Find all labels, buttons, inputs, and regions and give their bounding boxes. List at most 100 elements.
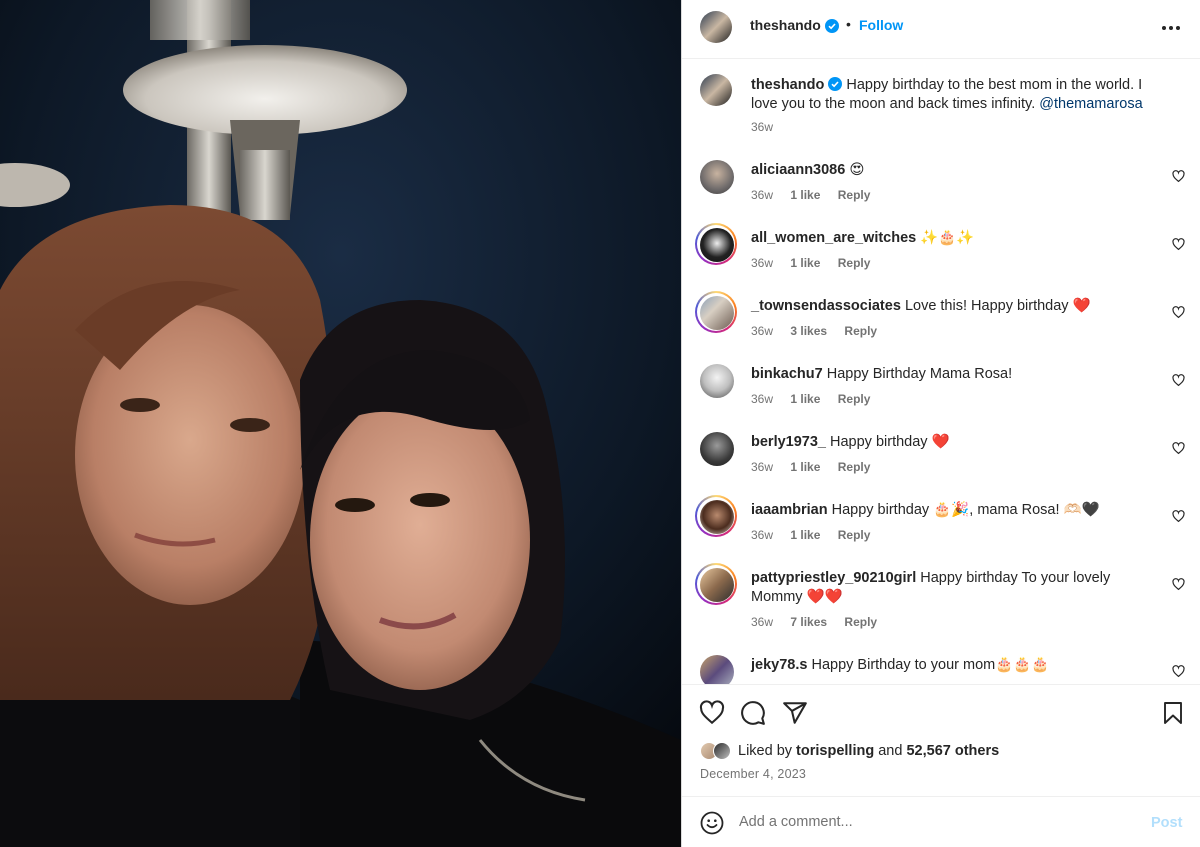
comment-body: Happy Birthday Mama Rosa! [826,366,1013,382]
comment-likes[interactable]: 1 like [790,528,820,542]
instagram-post: theshando • Follow theshando Happy birth… [0,0,1200,847]
add-comment-bar: Post [682,796,1200,847]
comment-time: 36w [751,392,774,406]
comment-like-heart-icon[interactable] [1172,510,1185,523]
comment-time: 36w [751,324,774,338]
comment-time: 36w [751,256,774,270]
caption-mention[interactable]: @themamarosa [1039,96,1142,112]
reply-button[interactable]: Reply [838,392,871,406]
comment-likes[interactable]: 1 like [790,188,820,202]
comment-avatar[interactable] [700,160,734,194]
comment-like-heart-icon[interactable] [1172,238,1185,251]
comment-like-heart-icon[interactable] [1172,578,1185,591]
comment-text: _townsendassociates Love this! Happy bir… [751,297,1151,316]
author-avatar[interactable] [700,11,732,43]
comment-input[interactable] [739,810,1139,834]
reply-button[interactable]: Reply [838,256,871,270]
comment-time: 36w [751,188,774,202]
author-username[interactable]: theshando [750,17,821,33]
like-heart-icon[interactable] [699,700,725,726]
comment-likes[interactable]: 1 like [790,460,820,474]
save-bookmark-icon[interactable] [1161,700,1185,726]
action-bar: Liked by torispelling and 52,567 others … [682,684,1200,796]
comment-body: 😍 [849,162,865,178]
reply-button[interactable]: Reply [844,324,877,338]
comment-text: berly1973_ Happy birthday ❤️ [751,433,1151,452]
comment-username[interactable]: binkachu7 [751,366,823,382]
comment-time: 36w [751,460,774,474]
more-options-icon[interactable] [1160,18,1182,38]
comment-avatar[interactable] [700,228,734,262]
comment-username[interactable]: berly1973_ [751,434,826,450]
likes-text: Liked by torispelling and 52,567 others [738,743,999,759]
comment-text: iaaambrian Happy birthday 🎂🎉, mama Rosa!… [751,501,1151,520]
comment-likes[interactable]: 1 like [790,256,820,270]
comment-like-heart-icon[interactable] [1172,374,1185,387]
comment-like-heart-icon[interactable] [1172,170,1185,183]
comments-list[interactable]: theshando Happy birthday to the best mom… [682,60,1200,684]
liker-avatar[interactable] [713,742,731,760]
liker-username[interactable]: torispelling [796,743,874,759]
comment-username[interactable]: iaaambrian [751,502,828,518]
comment-body: Happy birthday 🎂🎉, mama Rosa! 🫶🏻🖤 [831,502,1100,518]
post-header: theshando • Follow [682,0,1200,59]
comment-like-heart-icon[interactable] [1172,665,1185,678]
comment-text: jeky78.s Happy Birthday to your mom🎂🎂🎂 [751,656,1151,675]
comment-avatar[interactable] [700,655,734,684]
likes-count[interactable]: 52,567 others [906,743,999,759]
comment-likes[interactable]: 3 likes [790,324,827,338]
likes-prefix: Liked by [738,743,793,759]
reply-button[interactable]: Reply [844,615,877,629]
comment-like-heart-icon[interactable] [1172,442,1185,455]
comment-meta: 36w 1 like Reply [751,528,884,542]
comment-time: 36w [751,528,774,542]
comment-text: pattypriestley_90210girl Happy birthday … [751,569,1151,607]
comment-meta: 36w 1 like Reply [751,392,884,406]
post-image [0,0,681,847]
comment-username[interactable]: jeky78.s [751,657,807,673]
comment-icon[interactable] [740,700,766,726]
reply-button[interactable]: Reply [838,188,871,202]
comment-body: Happy Birthday to your mom🎂🎂🎂 [811,657,1050,673]
comment-text: aliciaann3086 😍 [751,161,1151,180]
share-icon[interactable] [782,700,808,726]
comment-meta: 36w 1 like Reply [751,188,884,202]
follow-button[interactable]: Follow [859,17,903,33]
caption-time: 36w [751,120,774,134]
caption-username[interactable]: theshando [751,77,824,93]
comment-likes[interactable]: 1 like [790,392,820,406]
separator-dot: • [846,16,851,32]
comment-username[interactable]: pattypriestley_90210girl [751,570,916,586]
comment-likes[interactable]: 7 likes [790,615,827,629]
comment-time: 36w [751,615,774,629]
comment-username[interactable]: all_women_are_witches [751,230,916,246]
post-date[interactable]: December 4, 2023 [700,767,806,781]
comment-text: binkachu7 Happy Birthday Mama Rosa! [751,365,1151,384]
post-side-panel: theshando • Follow theshando Happy birth… [681,0,1200,847]
caption-meta: 36w [751,120,787,134]
comment-avatar[interactable] [700,296,734,330]
verified-badge-icon [825,19,839,33]
post-photo[interactable] [0,0,681,847]
comment-avatar[interactable] [700,432,734,466]
comment-text: all_women_are_witches ✨🎂✨ [751,229,1151,248]
comment-avatar[interactable] [700,500,734,534]
comment-meta: 36w 1 like Reply [751,256,884,270]
caption: theshando Happy birthday to the best mom… [682,60,1200,150]
comment-avatar[interactable] [700,364,734,398]
reply-button[interactable]: Reply [838,528,871,542]
reply-button[interactable]: Reply [838,460,871,474]
comment-body: ✨🎂✨ [920,230,975,246]
comment-username[interactable]: aliciaann3086 [751,162,845,178]
author-avatar[interactable] [700,74,732,106]
emoji-icon[interactable] [700,811,724,835]
comment-avatar[interactable] [700,568,734,602]
likes-and: and [878,743,903,759]
comment-meta: 36w 7 likes Reply [751,615,891,629]
comment-username[interactable]: _townsendassociates [751,298,901,314]
comment-like-heart-icon[interactable] [1172,306,1185,319]
verified-badge-icon [828,77,843,91]
post-comment-button[interactable]: Post [1151,815,1182,831]
comment-body: Happy birthday ❤️ [830,434,950,450]
comment-meta: 36w 1 like Reply [751,460,884,474]
